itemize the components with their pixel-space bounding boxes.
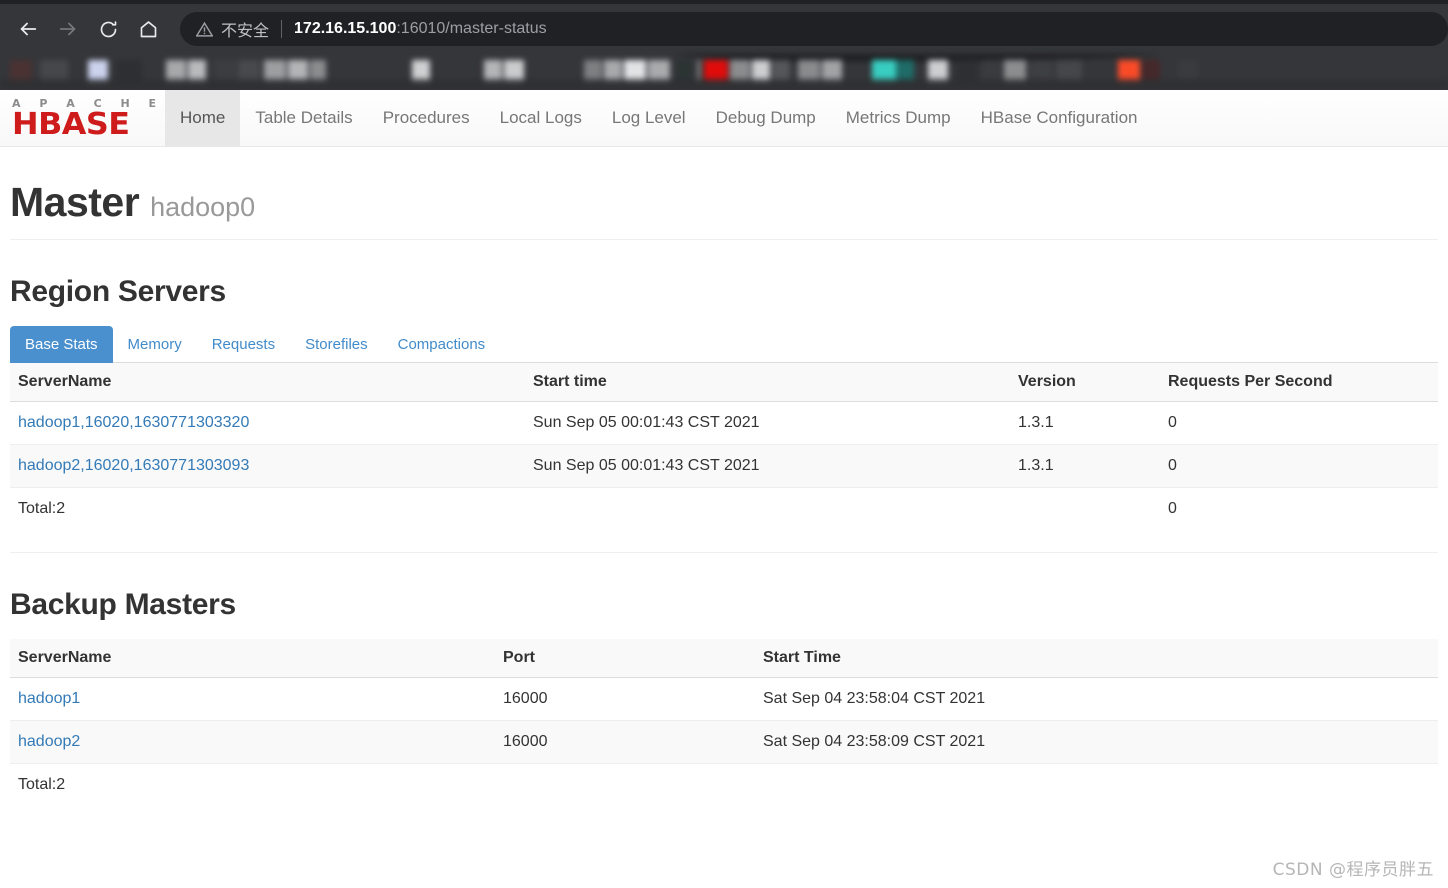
region-servers-heading: Region Servers [10,275,226,308]
region-servers-table-head: ServerName Start time Version Requests P… [10,363,1438,402]
column-header-servername[interactable]: ServerName [10,639,495,678]
navbar-links: Home Table Details Procedures Local Logs… [165,90,1153,146]
cell-version: 1.3.1 [1010,401,1160,445]
cell-start-time: Sun Sep 05 00:01:43 CST 2021 [525,444,1010,488]
cell-servername: hadoop2 [10,720,495,764]
backup-master-link[interactable]: hadoop2 [18,733,80,750]
reload-icon [100,20,116,37]
tab-memory[interactable]: Memory [113,326,197,363]
cell-version: 1.3.1 [1010,444,1160,488]
cell-port: 16000 [495,720,755,764]
url-path: :16010/master-status [396,20,547,37]
arrow-right-icon [59,22,76,36]
security-label: 不安全 [221,21,270,40]
cell-requests-per-second: 0 [1160,401,1438,445]
column-header-port[interactable]: Port [495,639,755,678]
column-header-version[interactable]: Version [1010,363,1160,402]
omnibox[interactable]: 不安全 172.16.15.100:16010/master-status [180,12,1448,46]
backup-masters-heading: Backup Masters [10,588,236,621]
warning-triangle-icon [196,21,213,38]
logo-hbase-text: HBASE [12,107,130,142]
nav-item-debug-dump[interactable]: Debug Dump [701,90,831,146]
nav-item-hbase-configuration[interactable]: HBase Configuration [966,90,1153,146]
cell-total-start-time [755,763,1438,806]
cell-total-label: Total:2 [10,763,495,806]
column-header-start-time[interactable]: Start time [525,363,1010,402]
page-title: Master hadoop0 [10,179,1438,230]
table-row: hadoop2,16020,1630771303093 Sun Sep 05 0… [10,444,1438,488]
home-button[interactable] [128,9,168,49]
table-row: hadoop1 16000 Sat Sep 04 23:58:04 CST 20… [10,677,1438,721]
cell-start-time: Sun Sep 05 00:01:43 CST 2021 [525,401,1010,445]
csdn-watermark: CSDN @程序员胖五 [1272,860,1434,880]
cell-total-port [495,763,755,806]
forward-button[interactable] [48,9,88,49]
cell-servername: hadoop1 [10,677,495,721]
table-row: hadoop1,16020,1630771303320 Sun Sep 05 0… [10,401,1438,445]
backup-masters-table: ServerName Port Start Time hadoop1 16000… [10,639,1438,806]
tab-base-stats[interactable]: Base Stats [10,326,113,363]
reload-button[interactable] [88,9,128,49]
page-title-host: hadoop0 [150,192,256,222]
cell-servername: hadoop1,16020,1630771303320 [10,401,525,445]
cell-port: 16000 [495,677,755,721]
cell-start-time: Sat Sep 04 23:58:04 CST 2021 [755,677,1438,721]
table-header-row: ServerName Start time Version Requests P… [10,363,1438,402]
cell-start-time: Sat Sep 04 23:58:09 CST 2021 [755,720,1438,764]
region-servers-tabs: Base Stats Memory Requests Storefiles Co… [10,326,1438,363]
cell-total-version [1010,487,1160,530]
browser-chrome: 不安全 172.16.15.100:16010/master-status [0,0,1448,90]
backup-masters-table-body: hadoop1 16000 Sat Sep 04 23:58:04 CST 20… [10,677,1438,806]
tab-storefiles[interactable]: Storefiles [290,326,383,363]
region-server-link[interactable]: hadoop1,16020,1630771303320 [18,414,249,431]
tab-requests[interactable]: Requests [197,326,290,363]
region-server-link[interactable]: hadoop2,16020,1630771303093 [18,457,249,474]
backup-master-link[interactable]: hadoop1 [18,690,80,707]
page-title-main: Master [10,179,140,225]
cell-total-label: Total:2 [10,487,525,530]
table-total-row: Total:2 0 [10,487,1438,530]
omnibox-divider [281,20,283,38]
column-header-start-time[interactable]: Start Time [755,639,1438,678]
nav-item-procedures[interactable]: Procedures [368,90,485,146]
page-header: Master hadoop0 [10,147,1438,240]
column-header-requests-per-second[interactable]: Requests Per Second [1160,363,1438,402]
nav-item-local-logs[interactable]: Local Logs [485,90,597,146]
section-divider [10,552,1438,553]
bookmarks-bar[interactable] [0,54,1448,90]
nav-item-table-details[interactable]: Table Details [240,90,367,146]
hbase-logo[interactable]: A P A C H E HBASE [0,90,165,146]
back-button[interactable] [8,9,48,49]
url-host: 172.16.15.100 [294,20,397,37]
home-icon [140,20,156,37]
cell-requests-per-second: 0 [1160,444,1438,488]
table-row: hadoop2 16000 Sat Sep 04 23:58:09 CST 20… [10,720,1438,764]
table-header-row: ServerName Port Start Time [10,639,1438,678]
hbase-navbar: A P A C H E HBASE Home Table Details Pro… [0,90,1448,147]
cell-total-requests-per-second: 0 [1160,487,1438,530]
tab-compactions[interactable]: Compactions [383,326,501,363]
cell-servername: hadoop2,16020,1630771303093 [10,444,525,488]
region-servers-table: ServerName Start time Version Requests P… [10,363,1438,530]
nav-item-home[interactable]: Home [165,90,241,146]
url-text: 172.16.15.100:16010/master-status [294,20,547,38]
nav-item-log-level[interactable]: Log Level [597,90,701,146]
nav-item-metrics-dump[interactable]: Metrics Dump [831,90,966,146]
backup-masters-table-head: ServerName Port Start Time [10,639,1438,678]
table-total-row: Total:2 [10,763,1438,806]
browser-toolbar: 不安全 172.16.15.100:16010/master-status [0,4,1448,54]
page-container: Master hadoop0 Region Servers Base Stats… [0,147,1448,806]
cell-total-start-time [525,487,1010,530]
hbase-master-status-page: A P A C H E HBASE Home Table Details Pro… [0,90,1448,888]
region-servers-table-body: hadoop1,16020,1630771303320 Sun Sep 05 0… [10,401,1438,530]
column-header-servername[interactable]: ServerName [10,363,525,402]
bookmarks-bar-shadow [0,79,1448,90]
arrow-left-icon [20,22,37,36]
